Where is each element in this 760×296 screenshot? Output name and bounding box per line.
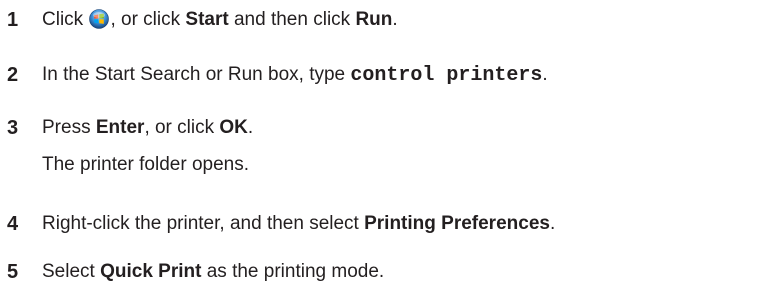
run-label: Run bbox=[355, 9, 393, 30]
step-text-part: . bbox=[549, 213, 556, 234]
step-text: Right-click the printer, and then select… bbox=[42, 212, 555, 236]
step-text-part: . bbox=[247, 117, 254, 138]
step-text-part: Press bbox=[42, 117, 96, 138]
step-text: Click , or click Start and then click Ru… bbox=[42, 8, 398, 32]
ok-label: OK bbox=[219, 117, 248, 138]
start-label: Start bbox=[185, 9, 229, 30]
step-text-part: as the printing mode. bbox=[201, 261, 385, 282]
step-text-part: . bbox=[542, 64, 548, 85]
instruction-steps: 1 Click , or click Start and then click … bbox=[0, 0, 760, 296]
step-text-part: Right-click the printer, and then select bbox=[42, 213, 365, 234]
step-text: Select Quick Print as the printing mode. bbox=[42, 260, 384, 284]
enter-label: Enter bbox=[95, 117, 145, 138]
step-text-part: Select bbox=[42, 261, 101, 282]
step-number: 5 bbox=[7, 261, 19, 283]
step-text: In the Start Search or Run box, type con… bbox=[42, 63, 548, 88]
quick-print-label: Quick Print bbox=[100, 261, 202, 282]
step-text-part: In the Start Search or Run box, type bbox=[42, 64, 351, 85]
step-text: Press Enter, or click OK. bbox=[42, 116, 253, 140]
step-text-part: . bbox=[392, 9, 398, 30]
step-text-part: and then click bbox=[228, 9, 356, 30]
step-number: 3 bbox=[7, 117, 19, 139]
step-text-part: , or click bbox=[110, 9, 186, 30]
step-number: 2 bbox=[7, 64, 19, 86]
step-text-part: Click bbox=[42, 9, 89, 30]
step-number: 1 bbox=[7, 9, 19, 31]
step-number: 4 bbox=[7, 213, 19, 235]
step-text-part: , or click bbox=[144, 117, 220, 138]
step-result-note: The printer folder opens. bbox=[42, 154, 250, 175]
windows-start-orb-icon bbox=[89, 9, 110, 29]
command-text: control printers bbox=[350, 64, 543, 87]
printing-preferences-label: Printing Preferences bbox=[364, 213, 550, 234]
